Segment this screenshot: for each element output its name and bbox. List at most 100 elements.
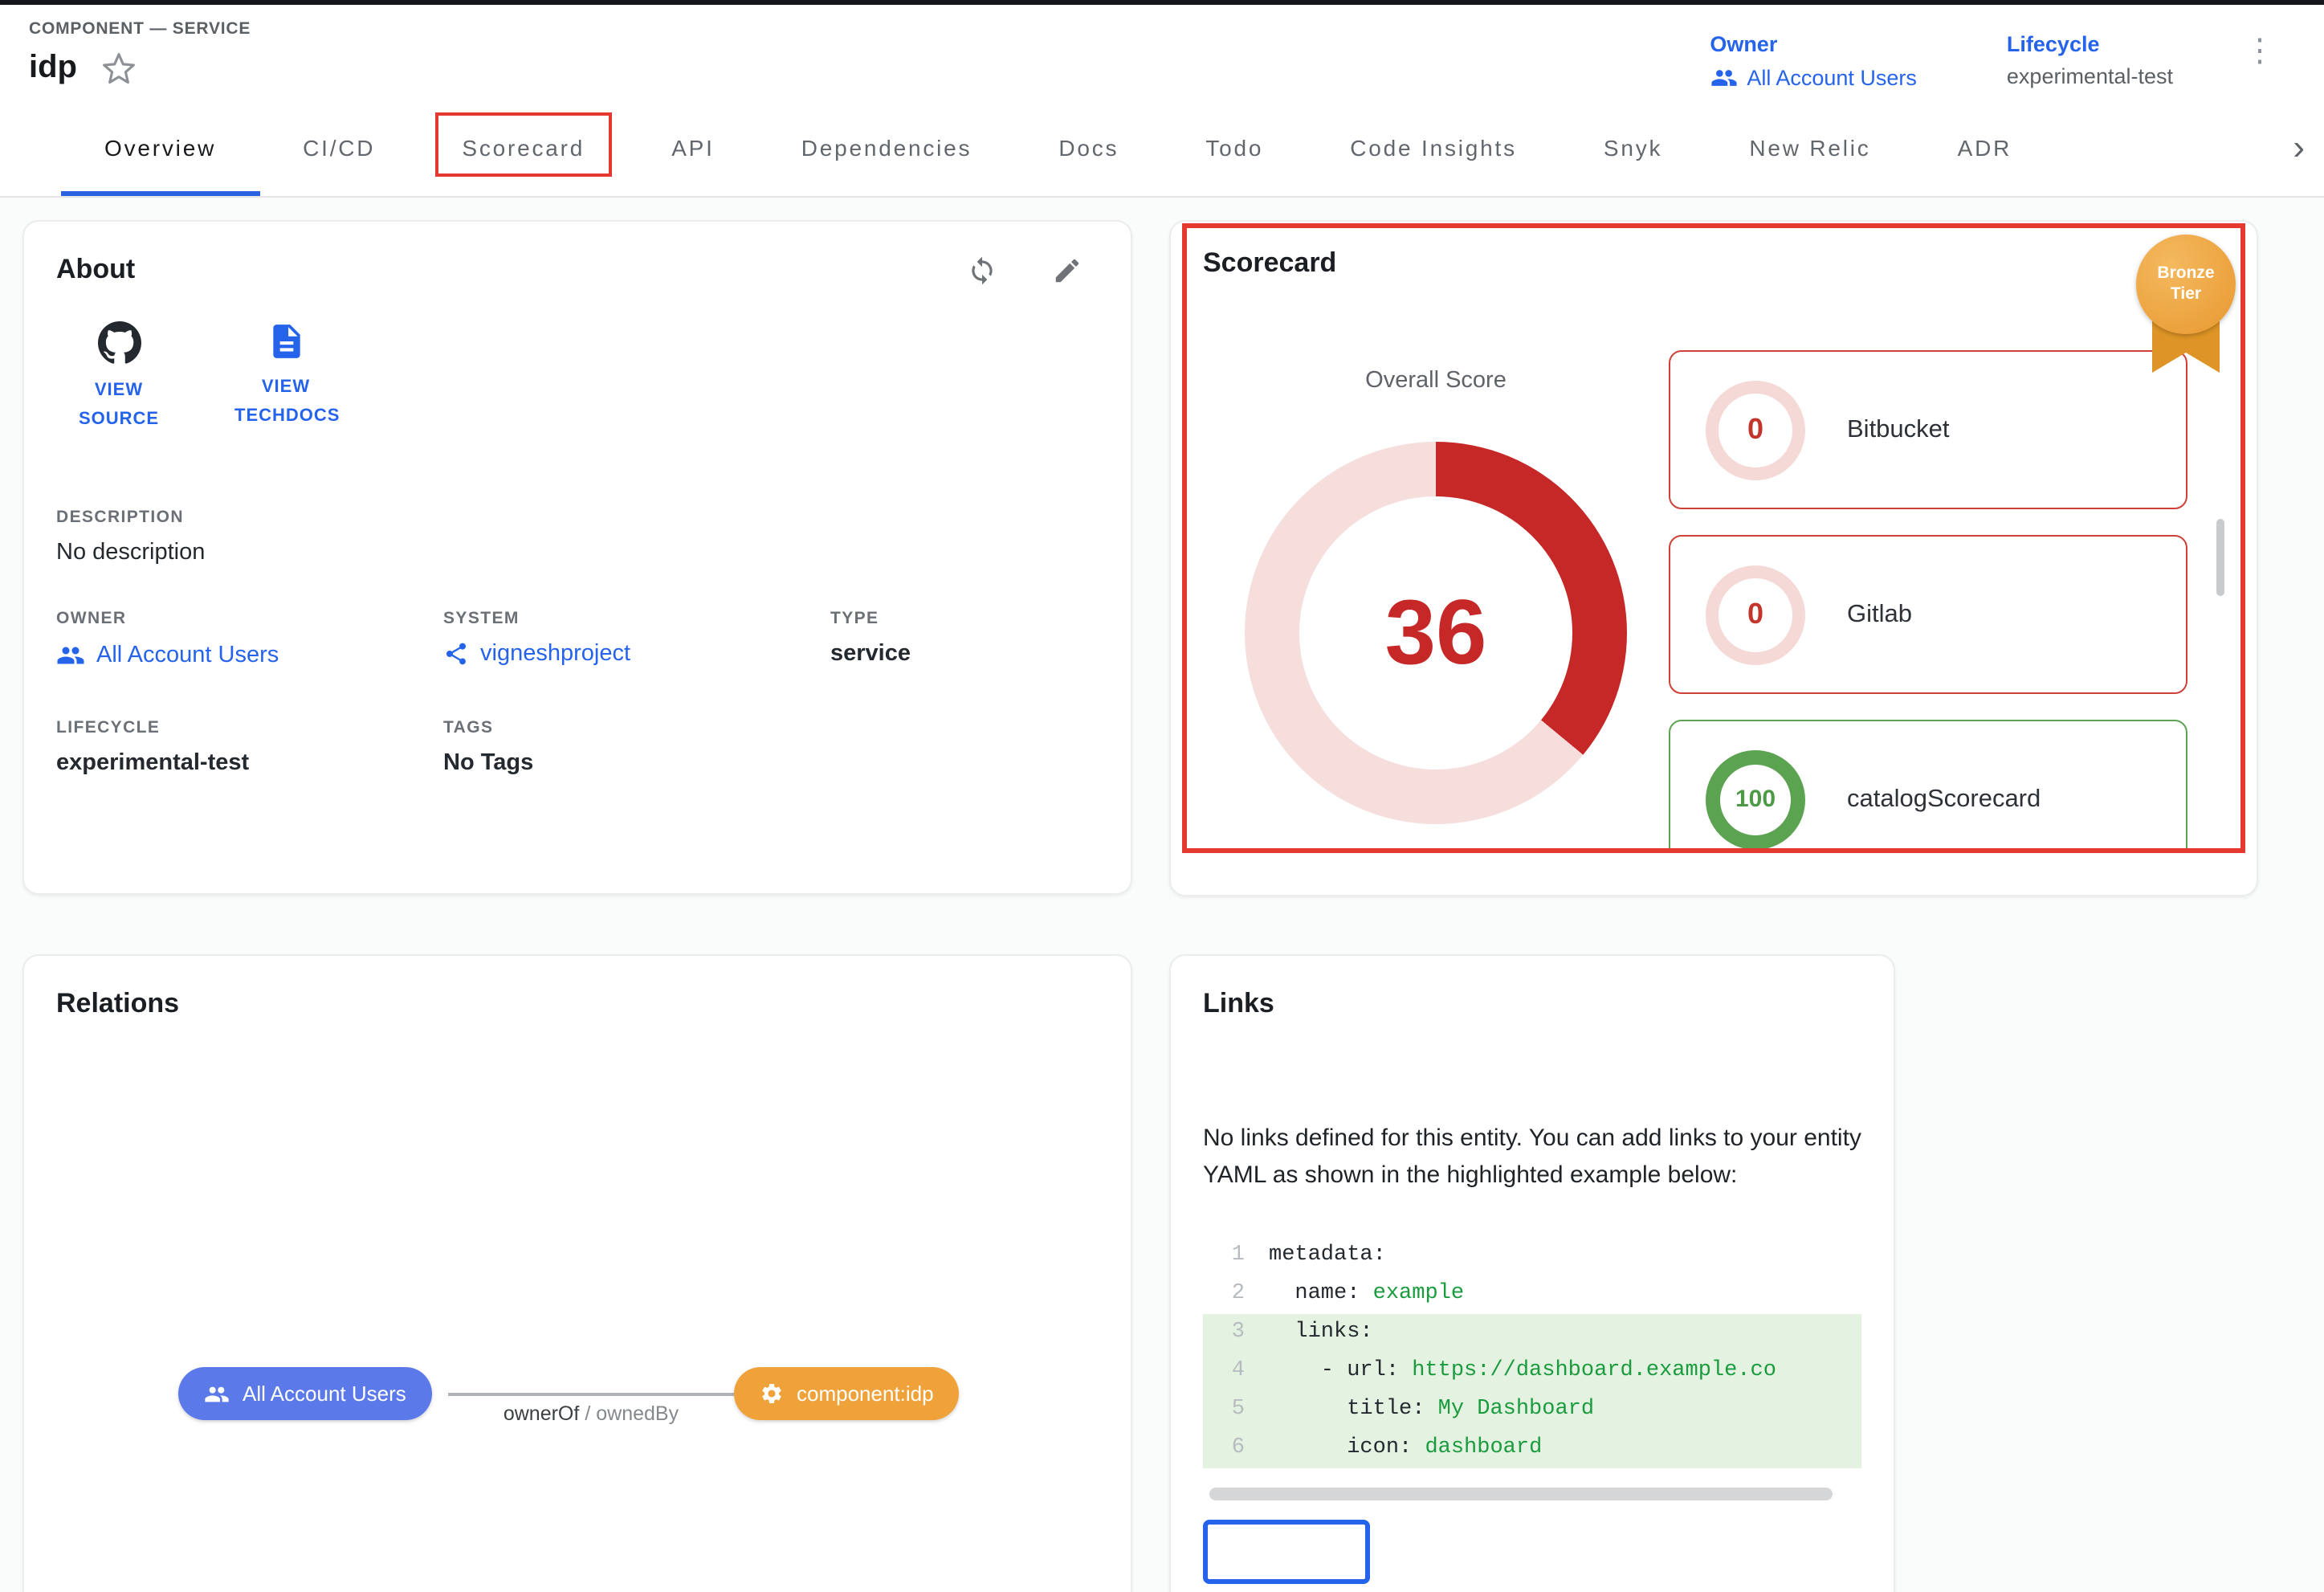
entity-heading: COMPONENT — SERVICE idp <box>29 19 251 87</box>
page-header: COMPONENT — SERVICE idp Owner All Accoun… <box>0 0 2324 98</box>
tab-new-relic[interactable]: New Relic <box>1706 98 1914 196</box>
code-value: example <box>1360 1281 1464 1305</box>
system-icon <box>443 641 469 667</box>
overall-score-label: Overall Score <box>1365 368 1507 394</box>
code-value: My Dashboard <box>1425 1397 1594 1421</box>
type-field-label: TYPE <box>830 609 1099 628</box>
tabs-scroll-right-icon[interactable]: › <box>2277 98 2314 196</box>
system-field-value: vigneshproject <box>480 641 630 667</box>
field-tags: TAGS No Tags <box>443 718 1099 776</box>
about-title: About <box>56 254 135 286</box>
tier-badge-label: Bronze Tier <box>2151 263 2221 306</box>
owner-link[interactable]: All Account Users <box>1710 64 1917 92</box>
relation-node-owner[interactable]: All Account Users <box>178 1367 432 1420</box>
score-item[interactable]: 0 Bitbucket <box>1669 350 2187 509</box>
relation-edge-label: ownerOf / ownedBy <box>429 1402 753 1425</box>
tab-overview[interactable]: Overview <box>61 98 259 196</box>
view-source-button[interactable]: VIEW SOURCE <box>56 321 181 434</box>
code-key: title: <box>1269 1397 1425 1421</box>
score-item[interactable]: 0 Gitlab <box>1669 535 2187 694</box>
cut-off-button[interactable] <box>1203 1519 1370 1583</box>
line-number: 1 <box>1203 1236 1245 1275</box>
tab-label: Code Insights <box>1350 134 1517 160</box>
overall-score-value: 36 <box>1245 442 1627 824</box>
code-horizontal-scrollbar[interactable] <box>1209 1487 1833 1500</box>
system-field-link[interactable]: vigneshproject <box>443 641 830 667</box>
edit-icon[interactable] <box>1052 255 1082 285</box>
tab-code-insights[interactable]: Code Insights <box>1307 98 1560 196</box>
tab-label: ADR <box>1958 134 2012 160</box>
lifecycle-value: experimental-test <box>2007 64 2173 88</box>
edge-from-label: ownerOf <box>504 1402 580 1425</box>
tab-todo[interactable]: Todo <box>1162 98 1307 196</box>
code-line: 6 icon: dashboard <box>1203 1429 1861 1467</box>
view-techdocs-button[interactable]: VIEW TECHDOCS <box>223 321 349 434</box>
line-number: 2 <box>1203 1275 1245 1313</box>
tab-label: Overview <box>104 134 216 160</box>
scorecard-card: Bronze Tier Scorecard Overall Score 36 0… <box>1169 220 2258 896</box>
line-number: 6 <box>1203 1429 1245 1467</box>
tags-field-label: TAGS <box>443 718 1099 737</box>
techdocs-icon <box>266 321 306 361</box>
code-key: name: <box>1269 1281 1360 1305</box>
relation-edge-line <box>448 1393 734 1395</box>
owner-label: Owner <box>1710 32 1917 56</box>
system-field-label: SYSTEM <box>443 609 830 628</box>
github-icon <box>97 321 141 365</box>
people-icon <box>204 1381 230 1406</box>
lifecycle-label: Lifecycle <box>2007 32 2173 56</box>
view-source-label: VIEW SOURCE <box>67 378 170 434</box>
owner-field-label: OWNER <box>56 609 443 628</box>
links-title: Links <box>1203 988 1861 1020</box>
score-item-ring: 100 <box>1706 749 1805 849</box>
tab-adr[interactable]: ADR <box>1914 98 2056 196</box>
code-line: 5 title: My Dashboard <box>1203 1390 1861 1429</box>
score-item-ring: 0 <box>1706 565 1805 664</box>
kebab-menu-icon[interactable]: ⋮ <box>2234 32 2285 71</box>
links-empty-text: No links defined for this entity. You ca… <box>1203 1120 1861 1194</box>
line-number: 5 <box>1203 1390 1245 1429</box>
tab-docs[interactable]: Docs <box>1015 98 1162 196</box>
owner-field-link[interactable]: All Account Users <box>56 641 443 670</box>
tab-ci-cd[interactable]: CI/CD <box>259 98 418 196</box>
links-card: Links No links defined for this entity. … <box>1169 954 1895 1592</box>
relations-card: Relations ownerOf / ownedBy All Account … <box>22 954 1132 1592</box>
tab-scorecard[interactable]: Scorecard <box>418 98 628 196</box>
refresh-icon[interactable] <box>967 255 997 285</box>
header-lifecycle: Lifecycle experimental-test <box>2007 32 2173 88</box>
bronze-tier-badge: Bronze Tier <box>2134 235 2237 382</box>
owner-value: All Account Users <box>1747 66 1917 90</box>
component-node-label: component:idp <box>797 1382 934 1406</box>
score-item-name: catalogScorecard <box>1847 785 2041 814</box>
code-key: - url: <box>1269 1358 1399 1382</box>
yaml-code-block: 1 metadata: 2 name: example 3 links: 4 -… <box>1203 1236 1861 1467</box>
relation-node-component[interactable]: component:idp <box>734 1367 960 1420</box>
field-owner: OWNER All Account Users <box>56 609 443 670</box>
tags-field-value: No Tags <box>443 750 1099 776</box>
code-line: 3 links: <box>1203 1313 1861 1352</box>
code-value: dashboard <box>1412 1435 1542 1459</box>
code-key: metadata: <box>1269 1243 1386 1267</box>
code-key: links: <box>1269 1320 1373 1344</box>
tab-api[interactable]: API <box>628 98 758 196</box>
people-icon <box>1710 64 1737 92</box>
score-item-name: Gitlab <box>1847 600 1912 629</box>
tab-label: CI/CD <box>303 134 375 160</box>
score-item[interactable]: 100 catalogScorecard <box>1669 720 2187 850</box>
code-value: https://dashboard.example.co <box>1399 1358 1776 1382</box>
type-field-value: service <box>830 641 1099 667</box>
tab-snyk[interactable]: Snyk <box>1560 98 1706 196</box>
scorecard-scrollbar[interactable] <box>2216 519 2224 596</box>
tab-label: New Relic <box>1749 134 1870 160</box>
relations-title: Relations <box>56 988 1099 1020</box>
owner-node-label: All Account Users <box>243 1382 406 1406</box>
favorite-star-icon[interactable] <box>101 51 137 86</box>
page: COMPONENT — SERVICE idp Owner All Accoun… <box>0 0 2324 1592</box>
field-system: SYSTEM vigneshproject <box>443 609 830 670</box>
people-icon <box>56 641 85 670</box>
description-label: DESCRIPTION <box>56 508 1099 527</box>
tab-dependencies[interactable]: Dependencies <box>758 98 1016 196</box>
scorecard-title: Scorecard <box>1203 247 2257 280</box>
score-item-value: 0 <box>1747 598 1763 631</box>
owner-field-value: All Account Users <box>96 643 279 668</box>
